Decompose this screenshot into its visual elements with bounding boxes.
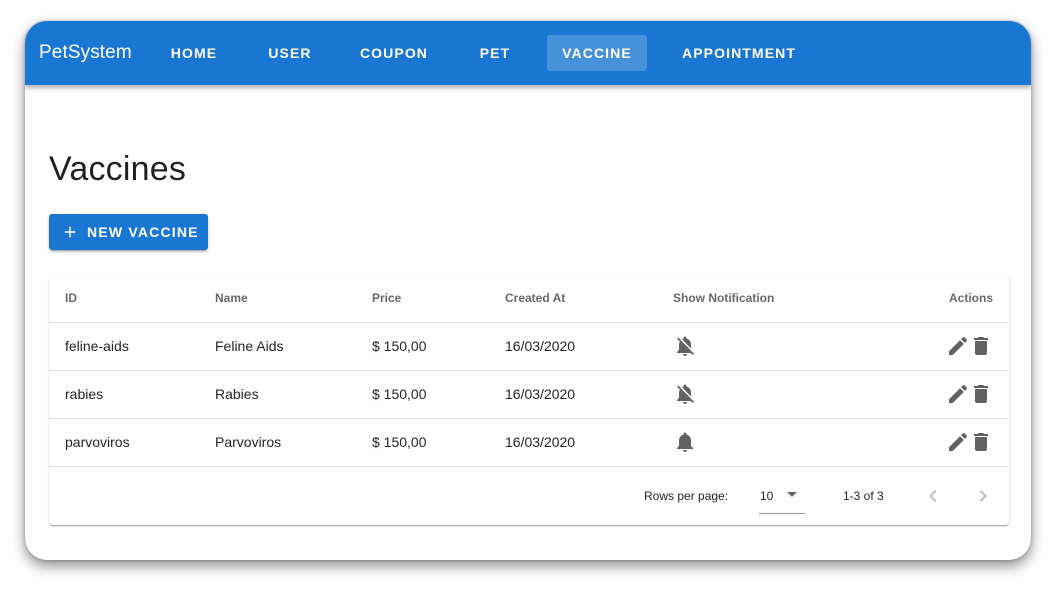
chevron-right-icon[interactable]: [971, 484, 995, 508]
nav-vaccine[interactable]: VACCINE: [547, 35, 647, 71]
col-name[interactable]: Name: [215, 291, 248, 305]
cell-price: $ 150,00: [372, 434, 427, 450]
cell-price: $ 150,00: [372, 386, 427, 402]
cell-created-at: 16/03/2020: [505, 338, 576, 354]
page-title: Vaccines: [49, 150, 187, 188]
table-row[interactable]: rabies Rabies $ 150,00 16/03/2020: [49, 370, 1009, 419]
table-pagination: Rows per page: 10 1-3 of 3: [49, 467, 1009, 525]
delete-icon[interactable]: [969, 430, 993, 454]
cell-created-at: 16/03/2020: [505, 386, 576, 402]
bell-icon: [677, 432, 693, 452]
table-row[interactable]: parvoviros Parvoviros $ 150,00 16/03/202…: [49, 418, 1009, 467]
table-header: ID Name Price Created At Show Notificati…: [49, 274, 1009, 323]
cell-name: Feline Aids: [215, 338, 284, 354]
nav-appointment[interactable]: APPOINTMENT: [671, 35, 807, 71]
caret-down-icon: [787, 492, 797, 497]
col-price[interactable]: Price: [372, 291, 401, 305]
chevron-left-icon[interactable]: [921, 484, 945, 508]
edit-icon[interactable]: [946, 430, 970, 454]
col-actions: Actions: [948, 291, 993, 305]
rows-per-page-label: Rows per page:: [644, 489, 729, 503]
bell-off-icon: [677, 384, 694, 404]
table-row[interactable]: feline-aids Feline Aids $ 150,00 16/03/2…: [49, 322, 1009, 371]
new-vaccine-label: NEW VACCINE: [87, 224, 199, 240]
delete-icon[interactable]: [969, 334, 993, 358]
app-bar: PetSystem HOME USER COUPON PET VACCINE A…: [25, 21, 1031, 85]
new-vaccine-button[interactable]: NEW VACCINE: [49, 214, 208, 250]
cell-price: $ 150,00: [372, 338, 427, 354]
col-id[interactable]: ID: [65, 291, 77, 305]
edit-icon[interactable]: [946, 334, 970, 358]
cell-id: parvoviros: [65, 434, 130, 450]
delete-icon[interactable]: [969, 382, 993, 406]
app-window: PetSystem HOME USER COUPON PET VACCINE A…: [25, 21, 1031, 560]
bell-off-icon: [677, 336, 694, 356]
col-created-at[interactable]: Created At: [505, 291, 565, 305]
nav-coupon[interactable]: COUPON: [349, 35, 439, 71]
cell-id: rabies: [65, 386, 104, 402]
cell-created-at: 16/03/2020: [505, 434, 576, 450]
nav-home[interactable]: HOME: [159, 35, 229, 71]
nav-pet[interactable]: PET: [467, 35, 523, 71]
page-range: 1-3 of 3: [843, 489, 884, 503]
rows-per-page-value: 10: [760, 489, 774, 503]
cell-id: feline-aids: [65, 338, 129, 354]
cell-name: Parvoviros: [215, 434, 282, 450]
col-show-notification[interactable]: Show Notification: [673, 291, 774, 305]
edit-icon[interactable]: [946, 382, 970, 406]
plus-icon: [64, 226, 76, 238]
vaccines-table: ID Name Price Created At Show Notificati…: [49, 274, 1009, 525]
nav-user[interactable]: USER: [255, 35, 325, 71]
brand-title[interactable]: PetSystem: [39, 41, 132, 65]
rows-per-page-select[interactable]: 10: [759, 479, 805, 514]
cell-name: Rabies: [215, 386, 259, 402]
